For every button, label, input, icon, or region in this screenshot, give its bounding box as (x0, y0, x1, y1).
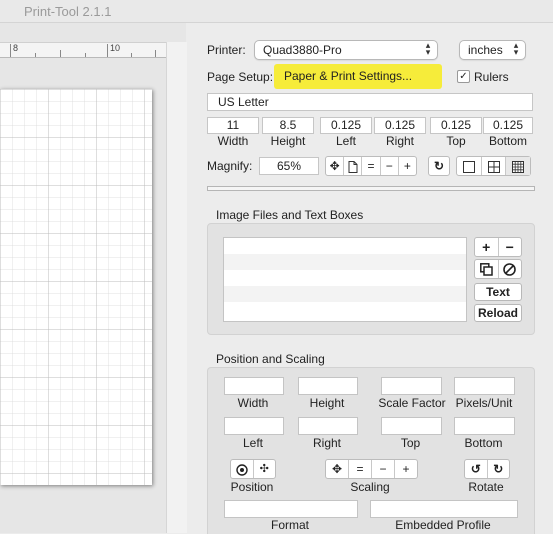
move-icon[interactable]: ✣ (254, 460, 276, 478)
title-bar: Print-Tool 2.1.1 (0, 0, 553, 23)
top-margin-field[interactable]: 0.125 (430, 117, 482, 134)
item-actions-toolbar (474, 259, 522, 279)
add-button[interactable]: + (475, 238, 499, 256)
ps-bottom-label: Bottom (464, 436, 503, 450)
bottom-margin-field[interactable]: 0.125 (483, 117, 533, 134)
fine-grid-icon[interactable] (506, 157, 531, 175)
ps-height-field[interactable] (298, 377, 358, 395)
ps-bottom-field[interactable] (454, 417, 515, 435)
scale-factor-label: Scale Factor (378, 396, 446, 410)
ps-top-label: Top (400, 436, 421, 450)
zoom-out-button[interactable]: − (381, 157, 399, 175)
embedded-profile-label: Embedded Profile (395, 518, 491, 532)
magnify-toolbar: ✥ = − + (325, 156, 417, 176)
horizontal-ruler: 8 10 (0, 42, 166, 58)
units-select[interactable]: inches ▴ ▾ (459, 40, 526, 60)
ps-left-field[interactable] (224, 417, 284, 435)
magnify-label: Magnify: (207, 159, 253, 173)
position-scaling-title: Position and Scaling (216, 352, 325, 366)
move-icon[interactable]: ✥ (326, 157, 345, 175)
center-icon[interactable] (231, 460, 254, 478)
move-icon[interactable]: ✥ (326, 460, 349, 478)
format-label: Format (270, 518, 309, 532)
bottom-margin-label: Bottom (488, 134, 527, 148)
ps-height-label: Height (309, 396, 345, 410)
rotate-ccw-icon[interactable]: ↺ (465, 460, 488, 478)
remove-button[interactable]: − (499, 238, 522, 256)
page-setup-label: Page Setup: (207, 70, 274, 84)
printer-select[interactable]: Quad3880-Pro ▴ ▾ (254, 40, 438, 60)
format-field[interactable] (224, 500, 358, 518)
page-preview[interactable]: 8 10 (0, 23, 187, 533)
rulers-checkbox[interactable]: ✓ (457, 70, 470, 83)
scale-down-button[interactable]: − (372, 460, 395, 478)
ps-right-field[interactable] (298, 417, 358, 435)
height-label: Height (270, 134, 306, 148)
left-margin-label: Left (335, 134, 356, 148)
single-page-icon[interactable] (457, 157, 482, 175)
height-field[interactable]: 8.5 (262, 117, 314, 134)
scale-up-button[interactable]: + (395, 460, 417, 478)
window-title: Print-Tool 2.1.1 (24, 4, 112, 19)
vertical-scrollbar[interactable] (166, 42, 187, 533)
width-field[interactable]: 11 (207, 117, 259, 134)
printer-label: Printer: (207, 43, 246, 57)
embedded-profile-field[interactable] (370, 500, 518, 518)
clear-icon[interactable] (499, 260, 522, 278)
scale-factor-field[interactable] (381, 377, 442, 395)
paper-print-settings-button[interactable]: Paper & Print Settings... (274, 64, 442, 89)
rotate-cw-icon[interactable]: ↻ (488, 460, 510, 478)
width-label: Width (217, 134, 249, 148)
top-margin-label: Top (446, 134, 466, 148)
position-label: Position (230, 480, 274, 494)
list-item[interactable] (224, 270, 466, 286)
view-mode-toolbar (456, 156, 531, 176)
ruler-label-10: 10 (110, 43, 121, 53)
reload-button[interactable]: Reload (474, 304, 522, 322)
rotate-icon: ↻ (433, 159, 445, 173)
scaling-toolbar: ✥ = − + (325, 459, 418, 479)
rotate-label: Rotate (468, 480, 504, 494)
right-margin-label: Right (385, 134, 414, 148)
scaling-label: Scaling (350, 480, 390, 494)
list-item[interactable] (224, 302, 466, 318)
paper-sheet (0, 89, 152, 485)
rotate-button[interactable]: ↻ (428, 156, 450, 176)
position-toolbar: ✣ (230, 459, 276, 479)
ps-right-label: Right (312, 436, 341, 450)
ps-width-field[interactable] (224, 377, 284, 395)
list-item[interactable] (224, 238, 466, 254)
pixels-per-unit-label: Pixels/Unit (455, 396, 513, 410)
ps-width-label: Width (237, 396, 269, 410)
chevron-updown-icon: ▴ ▾ (513, 40, 519, 57)
duplicate-icon[interactable] (475, 260, 499, 278)
ruler-label-8: 8 (13, 43, 19, 53)
list-item[interactable] (224, 286, 466, 302)
text-button[interactable]: Text (474, 283, 522, 301)
rotate-toolbar: ↺ ↻ (464, 459, 510, 479)
right-margin-field[interactable]: 0.125 (374, 117, 426, 134)
chevron-updown-icon: ▴ ▾ (425, 40, 431, 57)
image-files-title: Image Files and Text Boxes (216, 208, 364, 222)
paper-name-field[interactable]: US Letter (207, 93, 533, 111)
ps-top-field[interactable] (381, 417, 442, 435)
add-remove-toolbar: + − (474, 237, 522, 257)
zoom-in-button[interactable]: + (399, 157, 416, 175)
pixels-per-unit-field[interactable] (454, 377, 515, 395)
fit-equal-button[interactable]: = (362, 157, 381, 175)
ps-left-label: Left (242, 436, 263, 450)
rulers-label: Rulers (474, 70, 509, 84)
page-icon[interactable] (344, 157, 363, 175)
image-files-list[interactable] (223, 237, 467, 322)
list-item[interactable] (224, 254, 466, 270)
magnify-field[interactable]: 65% (259, 157, 319, 175)
grid-overlay (0, 89, 152, 485)
four-grid-icon[interactable] (482, 157, 507, 175)
left-margin-field[interactable]: 0.125 (320, 117, 372, 134)
scale-equal-button[interactable]: = (349, 460, 372, 478)
panel-divider[interactable] (207, 186, 535, 191)
